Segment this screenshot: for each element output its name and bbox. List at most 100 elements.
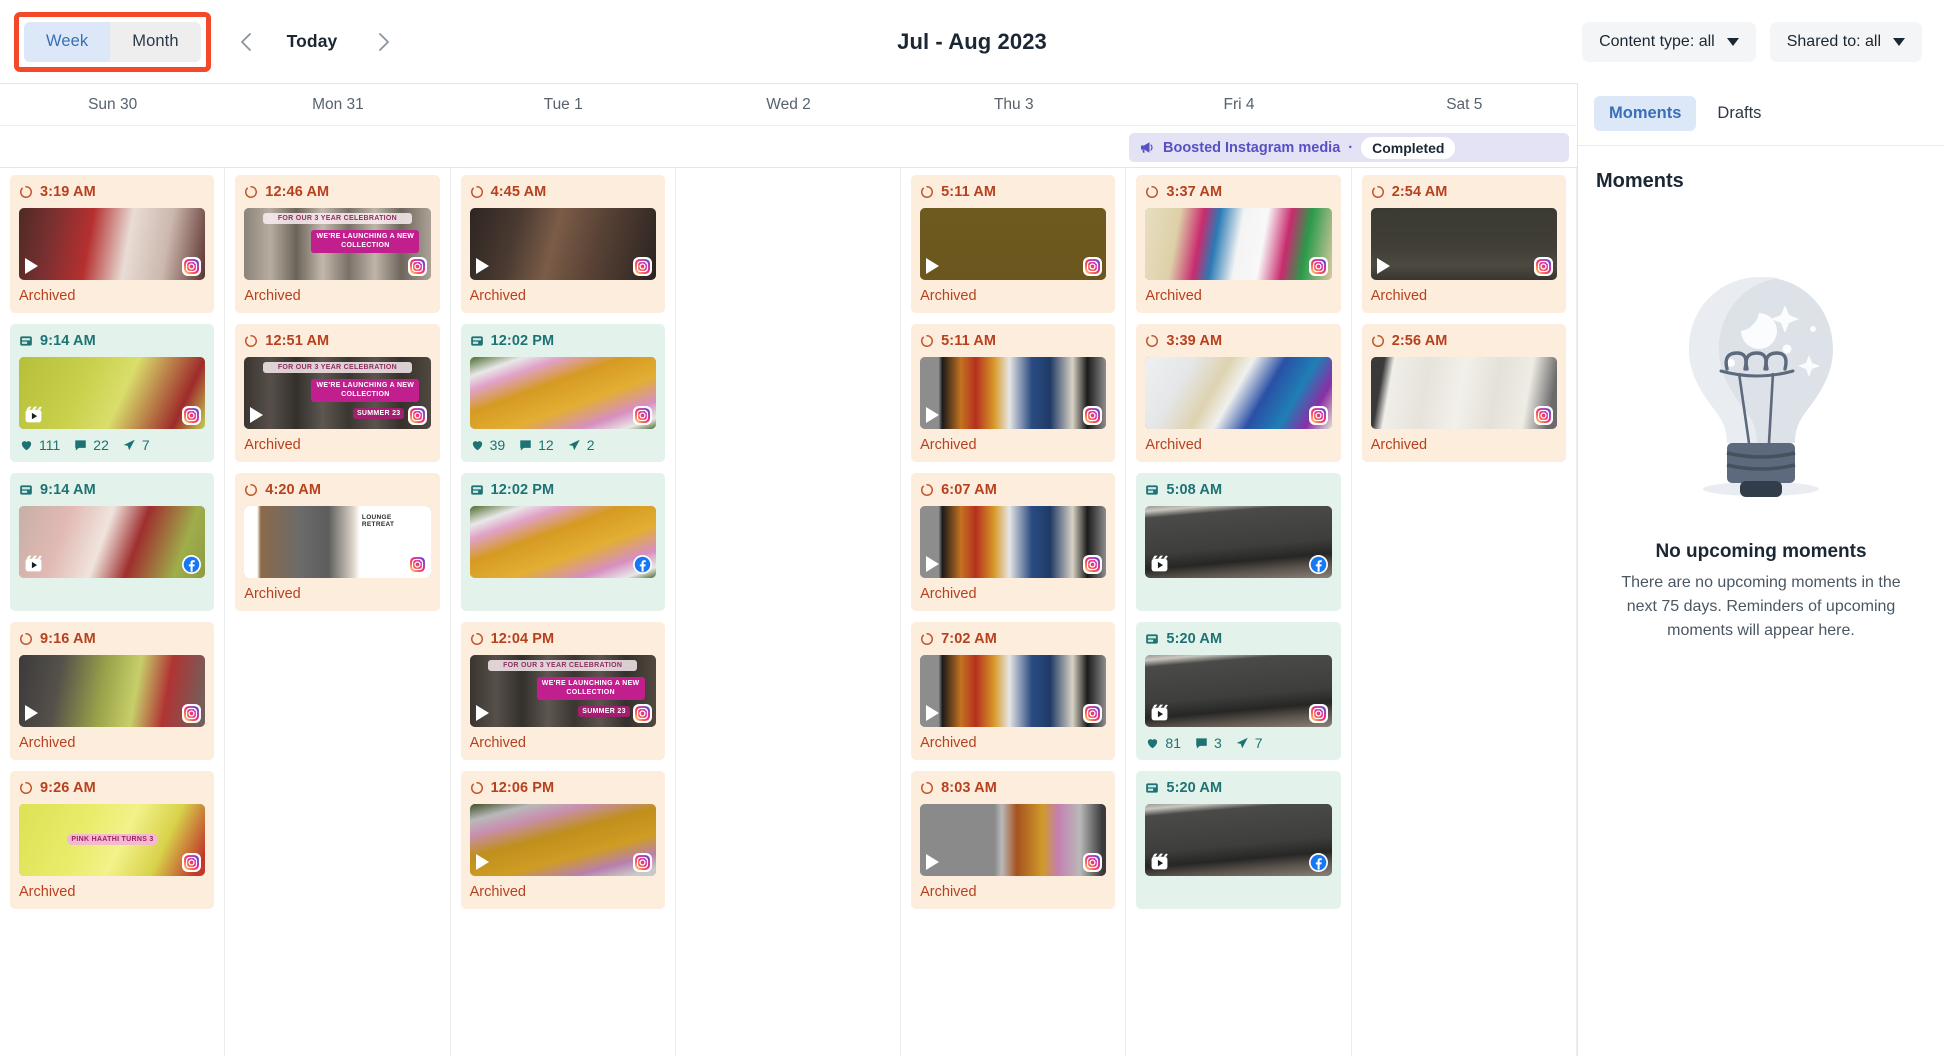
card-header: 5:11 AM xyxy=(920,183,1106,201)
post-thumbnail[interactable] xyxy=(1145,506,1332,578)
post-card[interactable]: 9:16 AM Archived xyxy=(10,622,215,760)
prev-period-button[interactable] xyxy=(227,23,265,61)
post-thumbnail[interactable] xyxy=(19,655,206,727)
network-badge xyxy=(1083,704,1103,723)
post-card[interactable]: 12:46 AM FOR OUR 3 YEAR CELEBRATION WE'RE … xyxy=(235,175,440,313)
card-footer: Archived xyxy=(19,734,205,751)
day-column[interactable]: 12:46 AM FOR OUR 3 YEAR CELEBRATION WE'RE … xyxy=(225,168,451,1056)
post-card[interactable]: 2:54 AM Archived xyxy=(1361,175,1566,313)
post-card[interactable]: 3:39 AM Archived xyxy=(1136,324,1341,462)
next-period-button[interactable] xyxy=(365,23,403,61)
post-thumbnail[interactable] xyxy=(19,357,206,429)
shared-to-filter[interactable]: Shared to: all xyxy=(1769,21,1922,62)
post-card[interactable]: 5:11 AM Archived xyxy=(911,175,1116,313)
post-thumbnail[interactable]: FOR OUR 3 YEAR CELEBRATION WE'RE LAUNCHIN… xyxy=(244,208,431,280)
post-card[interactable]: 9:14 AM xyxy=(10,473,215,611)
card-footer: Archived xyxy=(1371,287,1557,304)
post-thumbnail[interactable] xyxy=(920,208,1107,280)
post-thumbnail[interactable]: FOR OUR 3 YEAR CELEBRATION WE'RE LAUNCHIN… xyxy=(469,655,656,727)
post-card[interactable]: 9:26 AM PINK HAATHI TURNS 3 Archived xyxy=(10,771,215,909)
all-day-cell[interactable] xyxy=(451,126,676,167)
tab-drafts[interactable]: Drafts xyxy=(1702,96,1776,131)
post-time: 12:02 PM xyxy=(490,333,555,349)
all-day-cell[interactable] xyxy=(676,126,901,167)
post-thumbnail[interactable] xyxy=(920,357,1107,429)
all-day-cell[interactable] xyxy=(225,126,450,167)
network-badge xyxy=(1308,853,1328,872)
card-header: 3:37 AM xyxy=(1145,183,1331,201)
reel-icon xyxy=(1150,554,1169,573)
day-column[interactable]: 4:45 AM Archived 12:02 PM 39 12 2 12:02 PM 12:0… xyxy=(451,168,676,1056)
day-column[interactable]: 3:37 AM Archived 3:39 AM Archived 5:08 AM 5:2… xyxy=(1126,168,1352,1056)
post-thumbnail[interactable] xyxy=(920,506,1107,578)
thumbnail-image xyxy=(1145,208,1332,280)
view-toggle[interactable]: Week Month xyxy=(24,21,201,62)
post-card[interactable]: 5:08 AM xyxy=(1136,473,1341,611)
post-thumbnail[interactable] xyxy=(469,804,656,876)
today-button[interactable]: Today xyxy=(275,25,350,58)
post-card[interactable]: 12:51 AM FOR OUR 3 YEAR CELEBRATION WE'RE … xyxy=(235,324,440,462)
post-thumbnail[interactable] xyxy=(920,655,1107,727)
media-text-overlay: WE'RE LAUNCHING A NEW COLLECTION xyxy=(536,677,645,700)
content-type-filter[interactable]: Content type: all xyxy=(1582,21,1756,62)
reel-icon xyxy=(1150,852,1169,871)
card-footer: Archived xyxy=(1145,287,1331,304)
media-text-overlay: PINK HAATHI TURNS 3 xyxy=(67,834,158,846)
post-thumbnail[interactable] xyxy=(469,357,656,429)
media-text-overlay: SUMMER 23 xyxy=(352,408,405,419)
post-thumbnail[interactable] xyxy=(1145,655,1332,727)
post-thumbnail[interactable] xyxy=(1145,208,1332,280)
view-toggle-month[interactable]: Month xyxy=(110,21,201,62)
card-footer xyxy=(470,585,656,602)
post-thumbnail[interactable]: LOUNGE RETREAT xyxy=(244,506,431,578)
post-thumbnail[interactable] xyxy=(1145,804,1332,876)
post-card[interactable]: 6:07 AM Archived xyxy=(911,473,1116,611)
post-thumbnail[interactable]: PINK HAATHI TURNS 3 xyxy=(19,804,206,876)
post-card[interactable]: 5:20 AM xyxy=(1136,771,1341,909)
post-card[interactable]: 12:06 PM Archived xyxy=(460,771,665,909)
post-thumbnail[interactable] xyxy=(1370,357,1557,429)
post-time: 2:56 AM xyxy=(1391,333,1448,349)
archived-status-icon xyxy=(921,334,934,347)
facebook-icon xyxy=(183,556,200,573)
published-status-icon xyxy=(20,485,32,495)
post-card[interactable]: 8:03 AM Archived xyxy=(911,771,1116,909)
post-card[interactable]: 4:20 AM LOUNGE RETREAT Archived xyxy=(235,473,440,611)
play-icon xyxy=(475,258,489,274)
card-header: 9:16 AM xyxy=(19,630,205,648)
post-card[interactable]: 7:02 AM Archived xyxy=(911,622,1116,760)
post-thumbnail[interactable] xyxy=(19,208,206,280)
post-thumbnail[interactable] xyxy=(1145,357,1332,429)
post-card[interactable]: 12:04 PM FOR OUR 3 YEAR CELEBRATION WE'RE … xyxy=(460,622,665,760)
reel-icon xyxy=(1150,703,1169,722)
boosted-media-banner[interactable]: Boosted Instagram media · Completed xyxy=(1129,133,1569,162)
post-card[interactable]: 4:45 AM Archived xyxy=(460,175,665,313)
post-card[interactable]: 2:56 AM Archived xyxy=(1361,324,1566,462)
post-card[interactable]: 3:19 AM Archived xyxy=(10,175,215,313)
post-thumbnail[interactable] xyxy=(469,506,656,578)
post-card[interactable]: 12:02 PM 39 12 2 xyxy=(460,324,665,462)
post-thumbnail[interactable] xyxy=(1370,208,1557,280)
day-column[interactable]: 3:19 AM Archived 9:14 AM 111 22 7 9:14 AM 9:16 … xyxy=(0,168,226,1056)
post-thumbnail[interactable] xyxy=(920,804,1107,876)
post-thumbnail[interactable] xyxy=(469,208,656,280)
card-header: 5:08 AM xyxy=(1145,481,1331,499)
network-badge xyxy=(1083,555,1103,574)
day-column[interactable]: 5:11 AM Archived 5:11 AM Archived 6:07 AM Arc… xyxy=(901,168,1127,1056)
archived-label: Archived xyxy=(1145,287,1202,304)
all-day-cell[interactable] xyxy=(901,126,1126,167)
post-thumbnail[interactable]: FOR OUR 3 YEAR CELEBRATION WE'RE LAUNCHIN… xyxy=(244,357,431,429)
post-thumbnail[interactable] xyxy=(19,506,206,578)
tab-moments[interactable]: Moments xyxy=(1594,96,1697,131)
post-card[interactable]: 12:02 PM xyxy=(460,473,665,611)
post-card[interactable]: 3:37 AM Archived xyxy=(1136,175,1341,313)
day-column[interactable] xyxy=(676,168,902,1056)
post-card[interactable]: 5:11 AM Archived xyxy=(911,324,1116,462)
day-column[interactable]: 2:54 AM Archived 2:56 AM Archived xyxy=(1352,168,1577,1056)
archived-status-icon xyxy=(20,632,32,645)
post-card[interactable]: 5:20 AM 81 3 7 xyxy=(1136,622,1341,760)
post-card[interactable]: 9:14 AM 111 22 7 xyxy=(10,324,215,462)
stat-shares: 2 xyxy=(567,437,595,453)
all-day-cell[interactable] xyxy=(0,126,225,167)
view-toggle-week[interactable]: Week xyxy=(24,21,111,62)
